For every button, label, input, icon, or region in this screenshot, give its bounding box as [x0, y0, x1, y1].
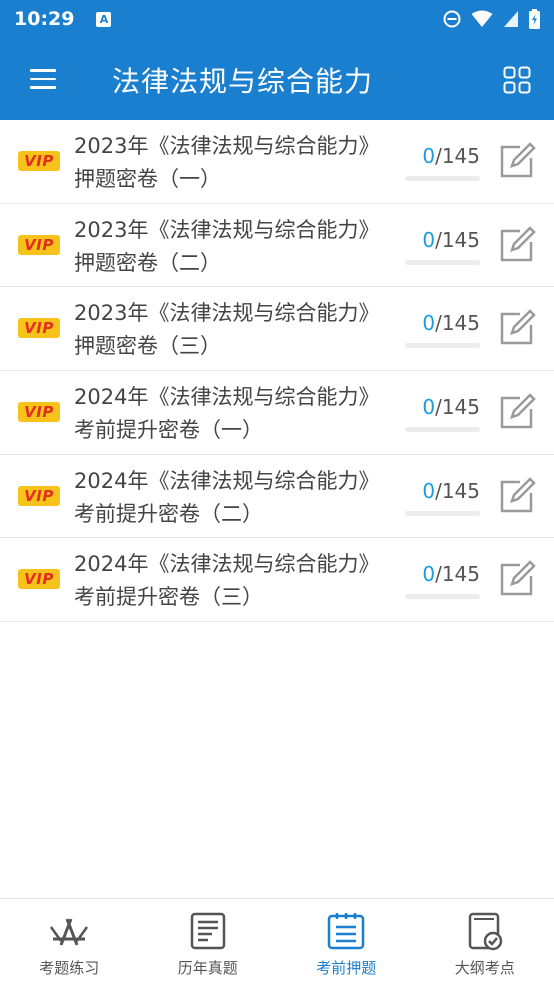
- vip-badge: VIP: [18, 485, 60, 506]
- prediction-icon: [328, 913, 365, 950]
- tab-past-papers[interactable]: 历年真题: [139, 899, 278, 984]
- vip-badge: VIP: [18, 402, 60, 423]
- syllabus-icon: [468, 912, 502, 951]
- tab-label: 考前押题: [316, 959, 377, 977]
- vip-badge: VIP: [18, 569, 60, 590]
- edit-icon[interactable]: [498, 142, 536, 180]
- tab-label: 考题练习: [39, 959, 100, 977]
- tab-prediction[interactable]: 考前押题: [277, 899, 416, 984]
- notification-icon: A: [96, 11, 112, 27]
- status-bar: 10:29 A: [0, 0, 554, 38]
- list-item[interactable]: VIP 2024年《法律法规与综合能力》考前提升密卷（二） 0/145: [0, 455, 554, 539]
- done-count: 0: [422, 144, 436, 168]
- progress-bar: [405, 594, 480, 600]
- paper-title: 2023年《法律法规与综合能力》押题密卷（一）: [74, 134, 369, 191]
- progress-count: 0/145: [422, 144, 480, 168]
- total-count: /145: [435, 395, 480, 420]
- total-count: /145: [435, 478, 480, 503]
- bottom-tab-bar: 考题练习 历年真题 考前押题 大纲考点: [0, 898, 554, 984]
- progress-count: 0/145: [422, 228, 480, 252]
- done-count: 0: [422, 227, 436, 252]
- progress-bar: [405, 259, 480, 265]
- status-icons: [443, 9, 540, 29]
- app-bar: 法律法规与综合能力: [0, 38, 554, 120]
- paper-title: 2023年《法律法规与综合能力》押题密卷（二）: [74, 217, 369, 275]
- progress-bar: [405, 427, 480, 433]
- progress-count: 0/145: [422, 562, 480, 586]
- tab-label: 历年真题: [177, 959, 238, 977]
- list-item[interactable]: VIP 2023年《法律法规与综合能力》押题密卷（二） 0/145: [0, 204, 554, 288]
- list-item[interactable]: VIP 2024年《法律法规与综合能力》考前提升密卷（三） 0/145: [0, 538, 554, 623]
- done-count: 0: [422, 478, 436, 503]
- list-item[interactable]: VIP 2024年《法律法规与综合能力》考前提升密卷（一） 0/145: [0, 371, 554, 455]
- progress-count: 0/145: [422, 395, 480, 419]
- vip-badge: VIP: [18, 151, 60, 171]
- menu-button[interactable]: [30, 69, 56, 89]
- total-count: /145: [435, 562, 480, 587]
- edit-icon[interactable]: [498, 560, 536, 598]
- tab-practice[interactable]: 考题练习: [0, 899, 139, 984]
- list-item[interactable]: VIP 2023年《法律法规与综合能力》押题密卷（一） 0/145: [0, 120, 554, 204]
- done-count: 0: [422, 395, 436, 420]
- paper-list: VIP 2023年《法律法规与综合能力》押题密卷（一） 0/145 VIP 2023年…: [0, 120, 554, 623]
- paper-title: 2024年《法律法规与综合能力》考前提升密卷（三）: [74, 552, 369, 610]
- paper-title: 2023年《法律法规与综合能力》押题密卷（三）: [74, 301, 369, 359]
- battery-icon: [529, 9, 540, 29]
- total-count: /145: [435, 227, 480, 252]
- page-title: 法律法规与综合能力: [112, 65, 374, 98]
- total-count: /145: [435, 144, 480, 168]
- tab-label: 大纲考点: [454, 959, 515, 977]
- progress-bar: [405, 510, 480, 516]
- grid-icon[interactable]: [503, 66, 531, 94]
- vip-badge: VIP: [18, 318, 60, 339]
- vip-badge: VIP: [18, 234, 60, 255]
- edit-icon[interactable]: [498, 393, 536, 431]
- done-count: 0: [422, 562, 436, 587]
- status-time: 10:29: [14, 8, 75, 30]
- done-count: 0: [422, 311, 436, 336]
- edit-icon[interactable]: [498, 309, 536, 347]
- progress-bar: [405, 343, 480, 349]
- wifi-icon: [471, 10, 493, 27]
- progress-count: 0/145: [422, 311, 480, 335]
- progress-bar: [405, 176, 480, 181]
- progress-count: 0/145: [422, 479, 480, 503]
- practice-icon: [50, 918, 89, 946]
- paper-title: 2024年《法律法规与综合能力》考前提升密卷（二）: [74, 468, 369, 526]
- dnd-icon: [443, 10, 461, 28]
- list-item[interactable]: VIP 2023年《法律法规与综合能力》押题密卷（三） 0/145: [0, 287, 554, 372]
- tab-syllabus[interactable]: 大纲考点: [416, 899, 554, 984]
- past-papers-icon: [190, 912, 225, 950]
- total-count: /145: [435, 311, 480, 336]
- signal-icon: [504, 11, 518, 27]
- menu-icon: [30, 69, 56, 72]
- edit-icon[interactable]: [498, 476, 536, 515]
- edit-icon[interactable]: [498, 225, 536, 264]
- paper-title: 2024年《法律法规与综合能力》考前提升密卷（一）: [74, 385, 369, 443]
